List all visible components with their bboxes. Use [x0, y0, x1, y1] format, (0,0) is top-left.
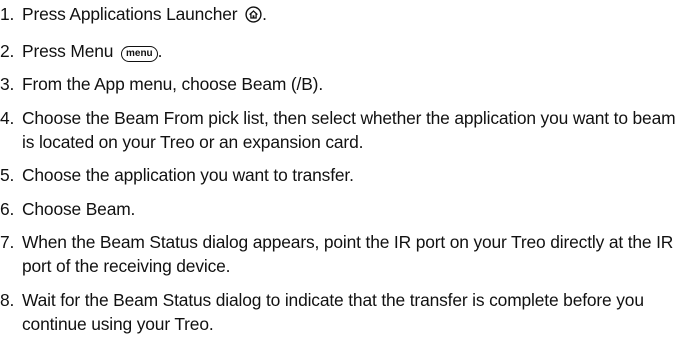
step-suffix: . [262, 4, 267, 24]
step-text: Choose the Beam From pick list, then sel… [22, 107, 676, 152]
step-number: 3. [0, 74, 15, 94]
step-number: 6. [0, 198, 15, 219]
list-item: 7. When the Beam Status dialog appears, … [0, 230, 691, 278]
list-item: 4. Choose the Beam From pick list, then … [0, 106, 691, 154]
list-item: 1. Press Applications Launcher . [0, 2, 691, 29]
step-text: Press Applications Launcher [22, 4, 238, 24]
step-text: When the Beam Status dialog appears, poi… [22, 232, 674, 277]
step-text: Choose Beam. [22, 198, 136, 219]
list-item: 2. Press Menu menu. [0, 39, 691, 63]
list-item: 3. From the App menu, choose Beam (/B). [0, 72, 691, 96]
step-text: Choose the application you want to trans… [22, 165, 354, 186]
instruction-list: 1. Press Applications Launcher . 2. Pres… [0, 2, 691, 346]
step-number: 1. [0, 4, 15, 24]
menu-key-icon: menu [120, 45, 158, 62]
step-number: 8. [0, 289, 15, 310]
step-number: 4. [0, 107, 15, 128]
step-text: From the App menu, choose Beam (/B). [22, 74, 324, 94]
list-item: 6. Choose Beam. [0, 197, 691, 221]
step-text: Press Menu [22, 40, 114, 61]
step-text: Wait for the Beam Status dialog to indic… [22, 289, 644, 335]
home-icon [245, 5, 262, 29]
step-number: 2. [0, 40, 15, 61]
list-item: 8. Wait for the Beam Status dialog to in… [0, 288, 691, 336]
step-number: 5. [0, 165, 15, 186]
list-item: 5. Choose the application you want to tr… [0, 163, 691, 187]
step-suffix: . [157, 40, 163, 61]
step-number: 7. [0, 232, 15, 253]
